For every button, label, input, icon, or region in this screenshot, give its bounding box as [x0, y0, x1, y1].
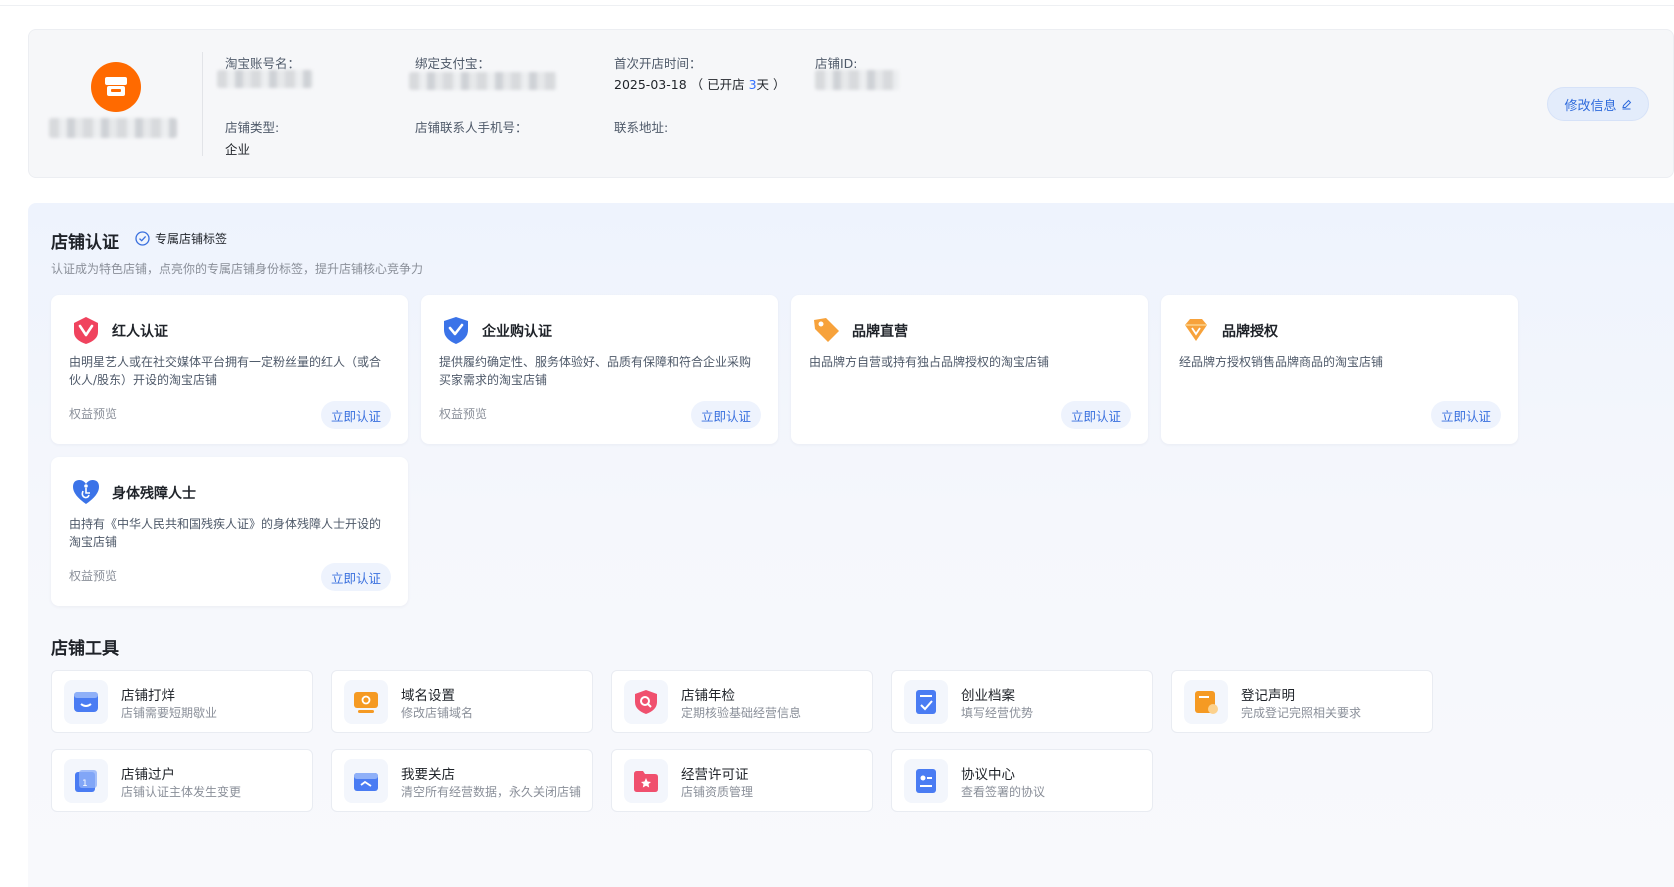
- tool-registration-statement[interactable]: 登记声明 完成登记完照相关要求: [1171, 670, 1433, 733]
- edit-info-button[interactable]: 修改信息: [1547, 87, 1649, 121]
- tool-name: 店铺打烊: [121, 688, 175, 704]
- tool-shop-transfer[interactable]: 1 店铺过户 店铺认证主体发生变更: [51, 749, 313, 812]
- tool-name: 经营许可证: [681, 767, 749, 783]
- orange-tag-icon: [814, 318, 839, 342]
- tool-desc: 定期核验基础经营信息: [681, 706, 802, 720]
- cert-card-desc: 由明星艺人或在社交媒体平台拥有一定粉丝量的红人（或合伙人/股东）开设的淘宝店铺: [69, 355, 382, 387]
- main-panel: 店铺认证 专属店铺标签 认证成为特色店铺，点亮你的专属店铺身份标签，提升店铺核心…: [28, 203, 1674, 887]
- tool-desc: 清空所有经营数据，永久关闭店铺: [401, 785, 582, 799]
- account-value-masked: [217, 70, 313, 88]
- tool-desc: 店铺认证主体发生变更: [121, 785, 242, 799]
- tool-name: 创业档案: [961, 688, 1015, 704]
- phone-label: 店铺联系人手机号：: [415, 120, 528, 135]
- top-divider: [0, 0, 1674, 6]
- benefit-preview-link[interactable]: 权益预览: [439, 405, 487, 422]
- tool-annual-inspection[interactable]: 店铺年检 定期核验基础经营信息: [611, 670, 873, 733]
- cert-card-title: 品牌直营: [852, 324, 908, 340]
- certify-now-button[interactable]: 立即认证: [1430, 401, 1501, 429]
- tool-name: 我要关店: [401, 767, 455, 783]
- pencil-icon: [1621, 99, 1631, 109]
- tools-title: 店铺工具: [51, 639, 119, 659]
- domain-settings-icon: [344, 680, 388, 724]
- certification-subtitle: 认证成为特色店铺，点亮你的专属店铺身份标签，提升店铺核心竞争力: [51, 262, 424, 276]
- svg-text:1: 1: [82, 779, 88, 789]
- cert-card-desc: 由持有《中华人民共和国残疾人证》的身体残障人士开设的淘宝店铺: [69, 517, 382, 549]
- tool-desc: 查看签署的协议: [961, 785, 1046, 799]
- cert-card-brand-authorized: 品牌授权 经品牌方授权销售品牌商品的淘宝店铺 立即认证: [1161, 295, 1518, 444]
- shop-name-masked: [49, 118, 177, 138]
- benefit-preview-link[interactable]: 权益预览: [69, 567, 117, 584]
- open-time-label: 首次开店时间：: [614, 56, 702, 71]
- tool-name: 域名设置: [401, 688, 455, 704]
- profile-divider: [202, 52, 203, 156]
- tool-desc: 店铺资质管理: [681, 785, 754, 799]
- tool-desc: 填写经营优势: [961, 706, 1034, 720]
- tool-close-shop[interactable]: 我要关店 清空所有经营数据，永久关闭店铺: [331, 749, 593, 812]
- close-shop-icon: [344, 759, 388, 803]
- tool-name: 登记声明: [1241, 688, 1295, 704]
- tool-startup-archive[interactable]: 创业档案 填写经营优势: [891, 670, 1153, 733]
- exclusive-tag[interactable]: 专属店铺标签: [135, 230, 227, 247]
- cert-card-brand-direct: 品牌直营 由品牌方自营或持有独占品牌授权的淘宝店铺 立即认证: [791, 295, 1148, 444]
- cert-card-title: 身体残障人士: [112, 486, 196, 502]
- orange-diamond-icon: [1185, 319, 1207, 341]
- startup-archive-icon: [904, 680, 948, 724]
- agreement-center-icon: [904, 759, 948, 803]
- cert-card-desc: 经品牌方授权销售品牌商品的淘宝店铺: [1179, 355, 1384, 369]
- edit-info-label: 修改信息: [1564, 98, 1617, 114]
- certify-now-button[interactable]: 立即认证: [320, 401, 391, 429]
- blue-shield-check-icon: [444, 317, 468, 344]
- alipay-value-masked: [409, 72, 557, 90]
- cert-card-desc: 提供履约确定性、服务体验好、品质有保障和符合企业采购买家需求的淘宝店铺: [439, 355, 752, 387]
- alipay-label: 绑定支付宝：: [415, 56, 491, 71]
- blue-heart-accessibility-icon: [73, 480, 99, 504]
- certify-now-button[interactable]: 立即认证: [690, 401, 761, 429]
- shop-logo-icon: [91, 62, 141, 112]
- tool-shop-close-temp[interactable]: 店铺打烊 店铺需要短期歇业: [51, 670, 313, 733]
- open-time-value: 2025-03-18 （ 已开店 3天 ）: [614, 77, 786, 92]
- certify-now-button[interactable]: 立即认证: [320, 563, 391, 591]
- tool-desc: 店铺需要短期歇业: [121, 706, 218, 720]
- tool-business-license[interactable]: 经营许可证 店铺资质管理: [611, 749, 873, 812]
- annual-inspection-icon: [624, 680, 668, 724]
- tool-name: 店铺年检: [681, 688, 735, 704]
- shop-type-value: 企业: [225, 142, 251, 157]
- registration-statement-icon: [1184, 680, 1228, 724]
- tool-name: 协议中心: [961, 767, 1015, 783]
- cert-card-title: 品牌授权: [1222, 324, 1278, 340]
- tool-desc: 修改店铺域名: [401, 706, 474, 720]
- shop-type-label: 店铺类型:: [225, 120, 280, 135]
- business-license-icon: [624, 759, 668, 803]
- tool-domain-settings[interactable]: 域名设置 修改店铺域名: [331, 670, 593, 733]
- tool-agreement-center[interactable]: 协议中心 查看签署的协议: [891, 749, 1153, 812]
- cert-card-title: 红人认证: [112, 324, 168, 340]
- check-circle-icon: [135, 231, 150, 246]
- cert-card-disabled-person: 身体残障人士 由持有《中华人民共和国残疾人证》的身体残障人士开设的淘宝店铺 权益…: [51, 457, 408, 606]
- address-label: 联系地址:: [614, 120, 669, 135]
- certification-title: 店铺认证: [51, 233, 119, 253]
- exclusive-tag-label: 专属店铺标签: [155, 232, 228, 246]
- cert-card-influencer: 红人认证 由明星艺人或在社交媒体平台拥有一定粉丝量的红人（或合伙人/股东）开设的…: [51, 295, 408, 444]
- cert-card-desc: 由品牌方自营或持有独占品牌授权的淘宝店铺: [809, 355, 1050, 369]
- shop-transfer-icon: 1: [64, 759, 108, 803]
- certify-now-button[interactable]: 立即认证: [1060, 401, 1131, 429]
- benefit-preview-link[interactable]: 权益预览: [69, 405, 117, 422]
- shop-closed-icon: [64, 680, 108, 724]
- tool-name: 店铺过户: [121, 767, 175, 783]
- tool-desc: 完成登记完照相关要求: [1241, 706, 1362, 720]
- shop-id-masked: [815, 70, 899, 90]
- cert-card-title: 企业购认证: [482, 324, 552, 340]
- cert-card-enterprise: 企业购认证 提供履约确定性、服务体验好、品质有保障和符合企业采购买家需求的淘宝店…: [421, 295, 778, 444]
- red-heart-badge-icon: [74, 317, 98, 344]
- shop-profile-card: 淘宝账号名： 绑定支付宝： 首次开店时间： 2025-03-18 （ 已开店 3…: [28, 29, 1674, 178]
